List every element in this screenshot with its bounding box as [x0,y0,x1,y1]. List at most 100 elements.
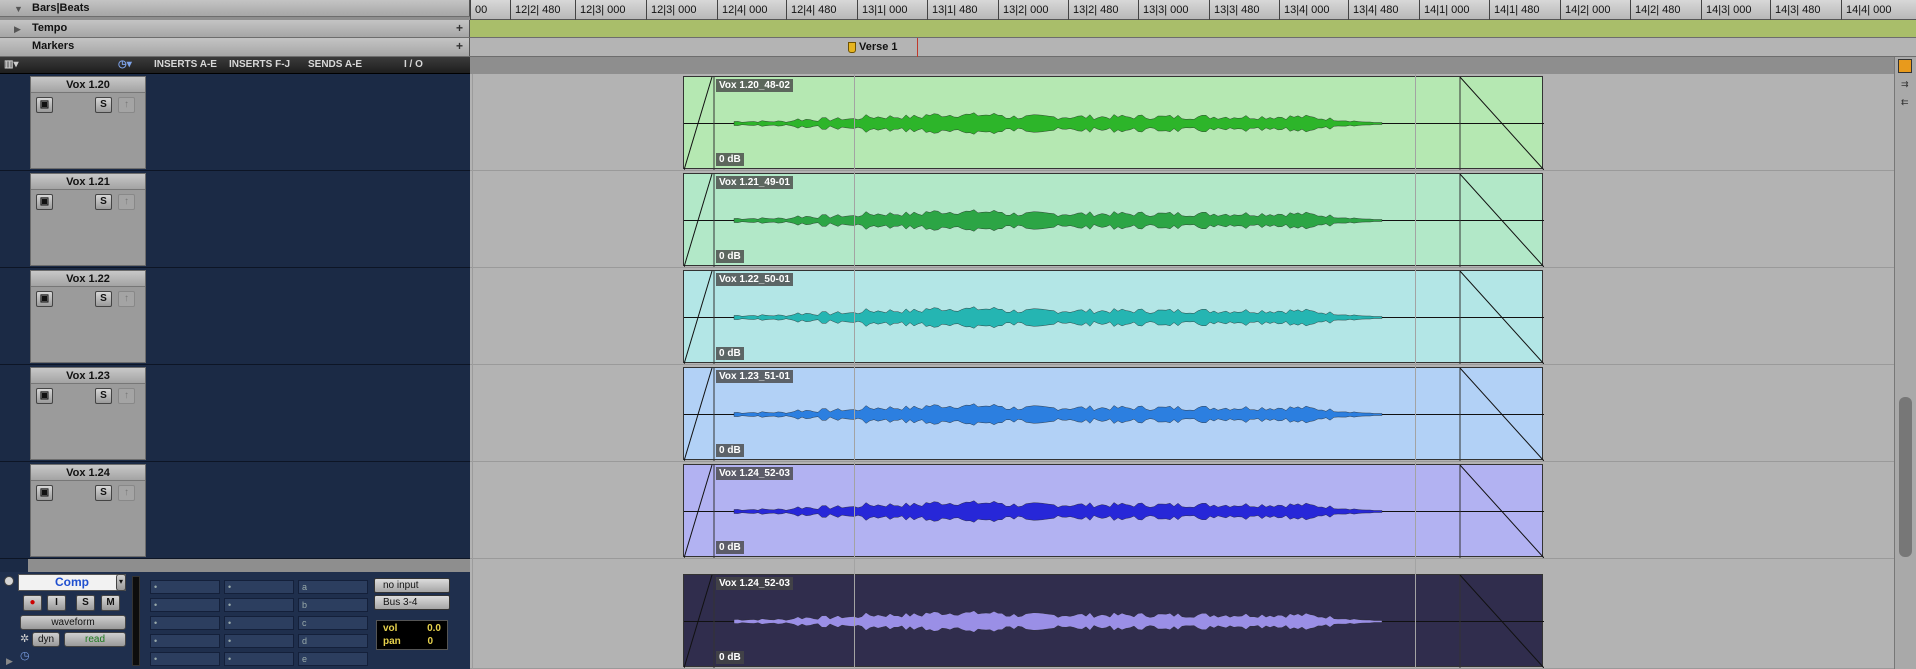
add-marker-icon[interactable]: + [456,39,463,53]
audio-clip[interactable]: Vox 1.24_52-03 0 dB [683,574,1544,668]
io-header[interactable]: I / O [404,59,423,70]
insert-slot[interactable]: • [150,616,220,630]
track-view-icon[interactable]: ▣ [36,194,53,210]
insert-slot[interactable]: • [150,634,220,648]
markers-ruler-header[interactable]: Markers + [0,38,470,56]
track-name[interactable]: Vox 1.22 [31,271,145,287]
track-name-box[interactable]: Vox 1.23 ▣ S ↑ [30,367,146,460]
scrollbar-thumb[interactable] [1899,397,1912,557]
track-header[interactable]: Vox 1.21 ▣ S ↑ [0,171,470,268]
track-name[interactable]: Vox 1.24 [31,465,145,481]
input-monitor-icon[interactable]: ↑ [118,194,135,210]
insert-slot[interactable]: • [224,652,294,666]
tempo-lane[interactable] [470,20,1916,37]
zoom-toggle-icon[interactable] [1898,59,1912,73]
markers-ruler[interactable]: Markers + Verse 1 [0,38,1916,57]
track-lane[interactable]: Vox 1.24_52-03 0 dB [470,572,1916,669]
vol-value[interactable]: 0.0 [427,623,441,634]
input-selector[interactable]: no input [374,578,450,593]
clip-gain[interactable]: 0 dB [716,541,744,554]
input-monitor-icon[interactable]: ↑ [118,388,135,404]
audio-clip[interactable]: Vox 1.24_52-03 0 dB [683,464,1544,558]
column-view-icon[interactable]: ▥▾ [4,59,18,70]
track-view-selector[interactable]: waveform [20,615,126,630]
inserts-fj-header[interactable]: INSERTS F-J [229,59,290,70]
tempo-ruler-header[interactable]: ▶ Tempo + [0,20,470,37]
track-view-icon[interactable]: ▣ [36,485,53,501]
playhead-cursor[interactable] [917,38,918,57]
insert-slot[interactable]: • [150,580,220,594]
track-name[interactable]: Vox 1.23 [31,368,145,384]
comp-track-name[interactable]: Comp [18,574,126,591]
solo-button[interactable]: S [76,595,95,611]
elastic-audio-icon[interactable]: ✲ [20,633,30,646]
send-slot[interactable]: e [298,652,368,666]
track-name[interactable]: Vox 1.20 [31,77,145,93]
clip-gain[interactable]: 0 dB [716,153,744,166]
audio-clip[interactable]: Vox 1.20_48-02 0 dB [683,76,1544,170]
track-select-icon[interactable] [4,576,14,586]
expand-comp-icon[interactable]: ▶ [6,656,13,667]
track-view-icon[interactable]: ▣ [36,388,53,404]
pan-value[interactable]: 0 [427,636,433,647]
send-slot[interactable]: a [298,580,368,594]
input-monitor-icon[interactable]: ↑ [118,291,135,307]
clip-gain[interactable]: 0 dB [716,651,744,664]
clip-gain[interactable]: 0 dB [716,347,744,360]
solo-button[interactable]: S [95,97,112,113]
mute-button[interactable]: M [101,595,120,611]
track-header[interactable]: Vox 1.23 ▣ S ↑ [0,365,470,462]
audio-clip[interactable]: Vox 1.23_51-01 0 dB [683,367,1544,461]
track-name-box[interactable]: Vox 1.22 ▣ S ↑ [30,270,146,363]
bars-beats-ruler[interactable]: ▼ Bars|Beats 00 12|2| 480 12|3| 000 12|3| 0… [0,0,1916,20]
track-view-icon[interactable]: ▣ [36,291,53,307]
inserts-ae-header[interactable]: INSERTS A-E [154,59,217,70]
track-name-box[interactable]: Vox 1.20 ▣ S ↑ [30,76,146,169]
insert-slot[interactable]: • [224,616,294,630]
comp-name-dropdown-icon[interactable]: ▾ [116,574,126,591]
timeline-ticks[interactable]: 00 12|2| 480 12|3| 000 12|3| 000 12|4| 000 12… [470,0,1916,20]
timebase-icon[interactable]: ◷ [20,650,30,663]
track-lane[interactable]: Vox 1.21_49-01 0 dB [470,171,1916,268]
insert-slot[interactable]: • [224,598,294,612]
scroll-nav-icon[interactable]: ⇉ [1901,79,1909,90]
solo-button[interactable]: S [95,194,112,210]
marker-lane[interactable]: Verse 1 [470,38,1916,56]
insert-slot[interactable]: • [150,652,220,666]
track-header[interactable]: Vox 1.24 ▣ S ↑ [0,462,470,559]
send-slot[interactable]: d [298,634,368,648]
track-name-box[interactable]: Vox 1.21 ▣ S ↑ [30,173,146,266]
solo-button[interactable]: S [95,388,112,404]
input-monitor-button[interactable]: I [47,595,66,611]
tempo-ruler[interactable]: ▶ Tempo + [0,20,1916,38]
expand-tempo-icon[interactable]: ▶ [14,24,21,35]
input-monitor-icon[interactable]: ↑ [118,485,135,501]
record-enable-button[interactable]: ● [23,595,42,611]
track-view-icon[interactable]: ▣ [36,97,53,113]
send-slot[interactable]: c [298,616,368,630]
clock-icon[interactable]: ◷▾ [118,59,132,70]
audio-clip[interactable]: Vox 1.21_49-01 0 dB [683,173,1544,267]
automation-mode-selector[interactable]: read [64,632,126,647]
track-name[interactable]: Vox 1.21 [31,174,145,190]
solo-button[interactable]: S [95,485,112,501]
edit-window[interactable]: Vox 1.20_48-02 0 dB Vox 1.21_49-01 0 dB Vox … [470,74,1916,669]
track-lane[interactable]: Vox 1.24_52-03 0 dB [470,462,1916,559]
track-lane[interactable]: Vox 1.22_50-01 0 dB [470,268,1916,365]
ruler-collapse-icon[interactable]: ▼ [14,4,23,14]
output-selector[interactable]: Bus 3-4 [374,595,450,610]
insert-slot[interactable]: • [150,598,220,612]
audio-clip[interactable]: Vox 1.22_50-01 0 dB [683,270,1544,364]
marker-verse-1[interactable]: Verse 1 [848,40,898,54]
track-name-box[interactable]: Vox 1.24 ▣ S ↑ [30,464,146,557]
track-lane[interactable]: Vox 1.20_48-02 0 dB [470,74,1916,171]
insert-slot[interactable]: • [224,580,294,594]
vertical-scrollbar[interactable]: ⇉ ⇇ [1894,57,1916,669]
sends-ae-header[interactable]: SENDS A-E [308,59,362,70]
send-slot[interactable]: b [298,598,368,612]
track-header[interactable]: Vox 1.22 ▣ S ↑ [0,268,470,365]
dyn-button[interactable]: dyn [32,632,60,647]
insert-slot[interactable]: • [224,634,294,648]
vol-pan-display[interactable]: vol 0.0 pan 0 [376,620,448,650]
scroll-nav-icon[interactable]: ⇇ [1901,97,1909,108]
